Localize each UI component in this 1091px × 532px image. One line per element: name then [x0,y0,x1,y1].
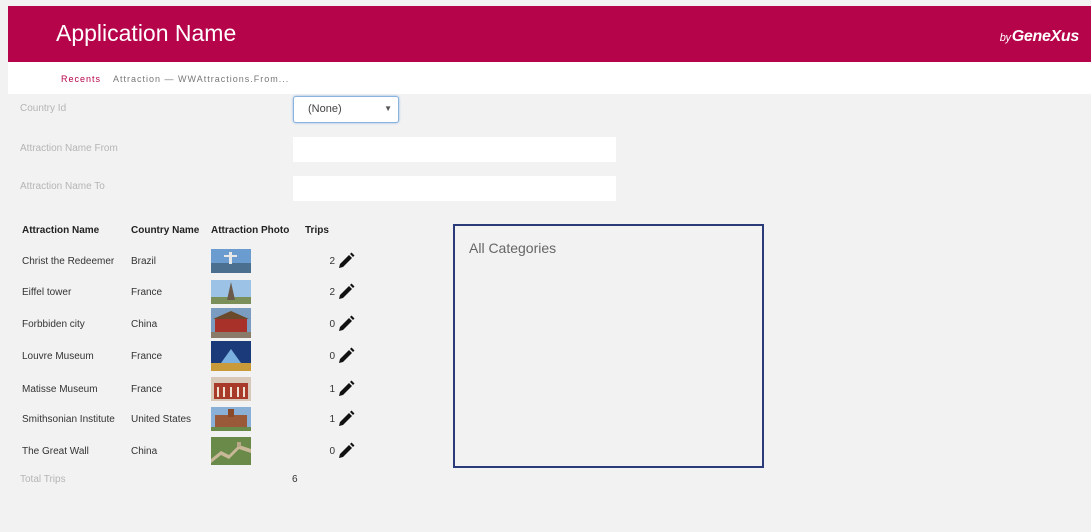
pencil-icon[interactable] [337,315,355,333]
genexus-logo: byGeneXus [999,28,1080,45]
cell-country-name: France [131,287,163,298]
pencil-icon[interactable] [337,410,355,428]
louvre-museum-photo[interactable] [211,341,251,371]
cell-country-name: China [131,319,158,330]
cell-country-name: China [131,446,158,457]
cell-country-name: France [131,384,163,395]
cell-attraction-name[interactable]: Louvre Museum [22,351,94,362]
cell-trips: 1 [329,384,335,395]
app-header: Application Name byGeneXus [8,6,1091,62]
pencil-icon[interactable] [337,283,355,301]
cell-trips: 0 [329,351,335,362]
eiffel-tower-photo[interactable] [211,280,251,304]
smithsonian-photo[interactable] [211,407,251,431]
total-trips-label: Total Trips [20,474,66,485]
great-wall-photo[interactable] [211,437,251,465]
breadcrumb: Recents Attraction — WWAttractions.From..… [61,74,289,84]
column-header-attraction-photo[interactable]: Attraction Photo [211,225,289,236]
attraction-name-from-input[interactable] [293,137,616,162]
christ-redeemer-photo[interactable] [211,249,251,273]
attraction-name-to-label: Attraction Name To [20,181,105,192]
breadcrumb-recents-link[interactable]: Recents [61,74,101,84]
column-header-attraction-name[interactable]: Attraction Name [22,225,99,236]
breadcrumb-bar: Recents Attraction — WWAttractions.From..… [8,62,1091,94]
attraction-name-from-label: Attraction Name From [20,143,118,154]
pencil-icon[interactable] [337,442,355,460]
cell-attraction-name[interactable]: Eiffel tower [22,287,71,298]
categories-panel[interactable]: All Categories [453,224,764,468]
pencil-icon[interactable] [337,252,355,270]
forbidden-city-photo[interactable] [211,308,251,338]
cell-attraction-name[interactable]: Matisse Museum [22,384,98,395]
cell-trips: 2 [329,287,335,298]
cell-trips: 0 [329,319,335,330]
total-trips-value: 6 [292,474,298,485]
column-header-trips[interactable]: Trips [305,225,329,236]
column-header-country-name[interactable]: Country Name [131,225,199,236]
cell-attraction-name[interactable]: Forbbiden city [22,319,85,330]
categories-title: All Categories [469,240,557,256]
cell-attraction-name[interactable]: Smithsonian Institute [22,414,115,425]
country-id-label: Country Id [20,103,67,114]
cell-country-name: France [131,351,163,362]
breadcrumb-path[interactable]: Attraction — WWAttractions.From... [113,74,289,84]
pencil-icon[interactable] [337,380,355,398]
pencil-icon[interactable] [337,347,355,365]
matisse-museum-photo[interactable] [211,377,251,401]
cell-attraction-name[interactable]: The Great Wall [22,446,89,457]
cell-trips: 1 [329,414,335,425]
cell-attraction-name[interactable]: Christ the Redeemer [22,256,114,267]
cell-country-name: Brazil [131,256,157,267]
country-id-selected-value: (None) [308,103,342,115]
cell-trips: 0 [329,446,335,457]
attraction-name-to-input[interactable] [293,176,616,201]
chevron-down-icon: ▼ [384,104,392,113]
country-id-select[interactable]: (None) ▼ [293,96,399,123]
cell-trips: 2 [329,256,335,267]
cell-country-name: United States [131,414,192,425]
app-name[interactable]: Application Name [56,20,236,47]
